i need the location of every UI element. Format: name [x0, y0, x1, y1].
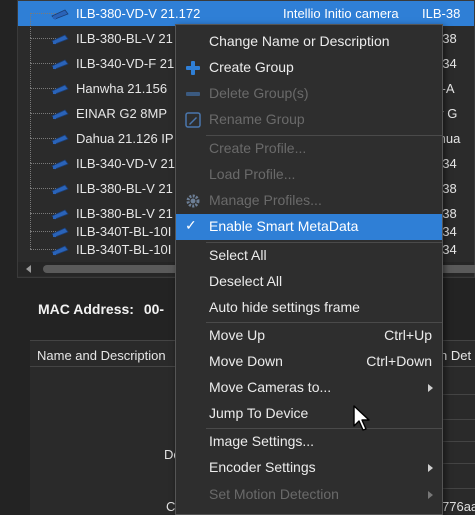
rename-group-icon [185, 112, 201, 128]
camera-name: ILB-380-VD-V 21.172 [76, 6, 201, 21]
menu-item-label: Change Name or Description [209, 33, 390, 49]
column-detail[interactable]: n Det [440, 348, 471, 363]
create-group-icon [186, 61, 200, 75]
submenu-arrow-icon [428, 464, 433, 472]
menu-load-profile[interactable]: Load Profile... [176, 162, 442, 188]
camera-icon [51, 109, 69, 120]
menu-delete-group[interactable]: Delete Group(s) [176, 81, 442, 107]
menu-item-label: Enable Smart MetaData [209, 218, 359, 234]
menu-item-label: Move Up [209, 327, 266, 343]
tree-line [30, 224, 31, 249]
menu-shortcut: Ctrl+Up [384, 327, 432, 343]
menu-item-label: Delete Group(s) [209, 85, 309, 101]
delete-group-icon [186, 92, 200, 96]
menu-move-up[interactable]: Move Up Ctrl+Up [176, 323, 442, 349]
camera-name: ILB-380-BL-V 21 [76, 31, 173, 46]
menu-enable-smart-metadata[interactable]: ✓ Enable Smart MetaData [176, 214, 442, 240]
camera-icon [51, 9, 69, 20]
menu-item-label: Deselect All [209, 273, 283, 289]
menu-create-profile[interactable]: Create Profile... [176, 136, 442, 162]
menu-item-label: Load Profile... [209, 166, 296, 182]
menu-item-label: Manage Profiles... [209, 192, 322, 208]
tree-row-camera[interactable]: ILB-380-VD-V 21.172 Intellio Initio came… [18, 1, 474, 26]
mac-address-label: MAC Address: [38, 301, 134, 317]
submenu-arrow-icon [428, 491, 433, 499]
detail-value-id: 776aa [442, 499, 475, 514]
camera-model: ILB-38 [422, 6, 461, 21]
tree-line [30, 113, 31, 138]
camera-icon [51, 134, 69, 145]
camera-icon [51, 245, 69, 256]
menu-move-down[interactable]: Move Down Ctrl+Down [176, 349, 442, 375]
menu-item-label: Set Motion Detection [209, 486, 339, 502]
tree-line [30, 38, 31, 63]
menu-change-name[interactable]: Change Name or Description [176, 29, 442, 55]
checkmark-icon: ✓ [185, 217, 197, 233]
mac-address-row: MAC Address: 00- [38, 301, 164, 317]
column-name-description[interactable]: Name and Description [37, 348, 166, 363]
tree-line [30, 13, 31, 38]
camera-name: ILB-340-VD-V 21 [76, 156, 175, 171]
menu-create-group[interactable]: Create Group [176, 55, 442, 81]
menu-move-cameras-to[interactable]: Move Cameras to... [176, 375, 442, 401]
camera-name: Dahua 21.126 IP [76, 131, 174, 146]
menu-item-label: Move Down [209, 353, 283, 369]
camera-description: Intellio Initio camera [283, 6, 399, 21]
mouse-cursor-icon [353, 405, 370, 431]
camera-name: ILB-340-VD-F 21 [76, 56, 175, 71]
tree-line [30, 63, 31, 88]
camera-icon [51, 184, 69, 195]
submenu-arrow-icon [428, 384, 433, 392]
camera-name: Hanwha 21.156 [76, 81, 168, 96]
menu-item-label: Jump To Device [209, 405, 309, 421]
tree-line [30, 138, 31, 163]
menu-item-label: Encoder Settings [209, 459, 316, 475]
menu-item-label: Move Cameras to... [209, 379, 332, 395]
menu-item-label: Auto hide settings frame [209, 299, 360, 315]
menu-item-label: Rename Group [209, 111, 305, 127]
scroll-left-icon[interactable] [26, 265, 31, 273]
menu-item-label: Create Profile... [209, 140, 307, 156]
menu-select-all[interactable]: Select All [176, 243, 442, 269]
menu-item-label: Create Group [209, 59, 294, 75]
camera-name: ILB-340T-BL-10I [76, 242, 172, 257]
menu-manage-profiles[interactable]: Manage Profiles... [176, 188, 442, 214]
menu-item-label: Select All [209, 247, 267, 263]
gear-icon [186, 194, 200, 208]
menu-image-settings[interactable]: Image Settings... [176, 429, 442, 455]
menu-jump-to-device[interactable]: Jump To Device [176, 401, 442, 427]
context-menu: Change Name or Description Create Group … [175, 24, 443, 515]
menu-deselect-all[interactable]: Deselect All [176, 269, 442, 295]
tree-line [30, 163, 31, 188]
menu-rename-group[interactable]: Rename Group [176, 107, 442, 133]
camera-name: ILB-380-BL-V 21 [76, 181, 173, 196]
menu-item-label: Image Settings... [209, 433, 315, 449]
menu-shortcut: Ctrl+Down [366, 353, 432, 369]
tree-line [30, 88, 31, 113]
camera-icon [51, 159, 69, 170]
mac-address-value: 00- [143, 301, 165, 317]
camera-name: EINAR G2 8MP [76, 106, 168, 121]
menu-set-motion-detection[interactable]: Set Motion Detection [176, 482, 442, 508]
menu-auto-hide-settings[interactable]: Auto hide settings frame [176, 295, 442, 321]
camera-icon [51, 59, 69, 70]
camera-icon [51, 34, 69, 45]
camera-icon [51, 84, 69, 95]
menu-encoder-settings[interactable]: Encoder Settings [176, 455, 442, 481]
